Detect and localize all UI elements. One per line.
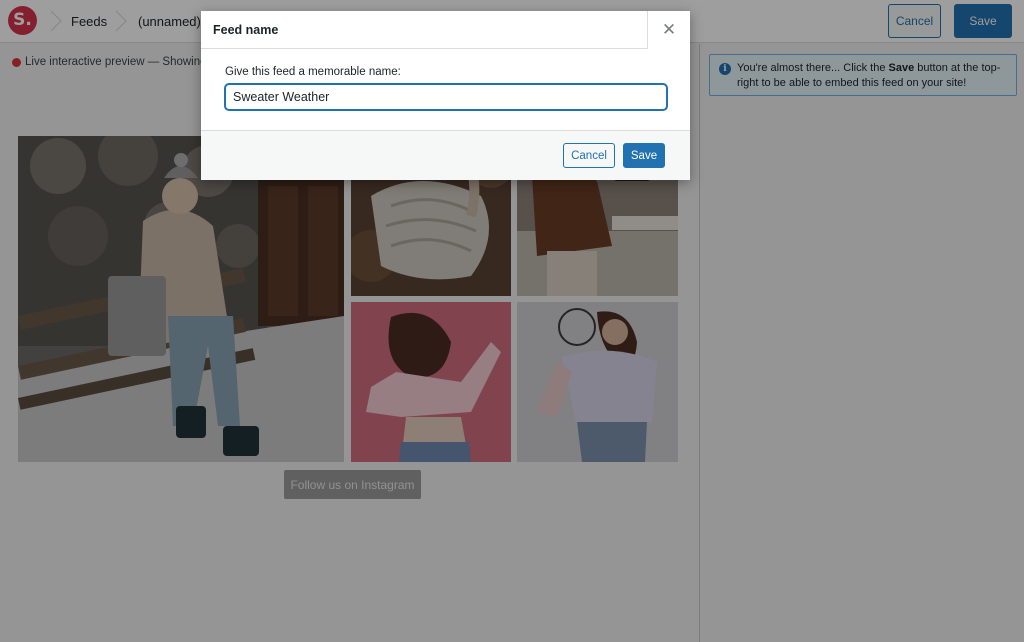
dialog-footer: Cancel Save [201, 130, 690, 180]
dialog-cancel-button[interactable]: Cancel [563, 143, 615, 168]
dialog-save-button[interactable]: Save [623, 143, 665, 168]
feed-name-input[interactable] [225, 84, 667, 110]
close-icon[interactable]: ✕ [647, 11, 690, 49]
feed-name-dialog: Feed name ✕ Give this feed a memorable n… [201, 11, 690, 180]
feed-name-label: Give this feed a memorable name: [225, 66, 401, 78]
dialog-header: Feed name ✕ [201, 11, 690, 49]
dialog-title: Feed name [213, 23, 279, 37]
